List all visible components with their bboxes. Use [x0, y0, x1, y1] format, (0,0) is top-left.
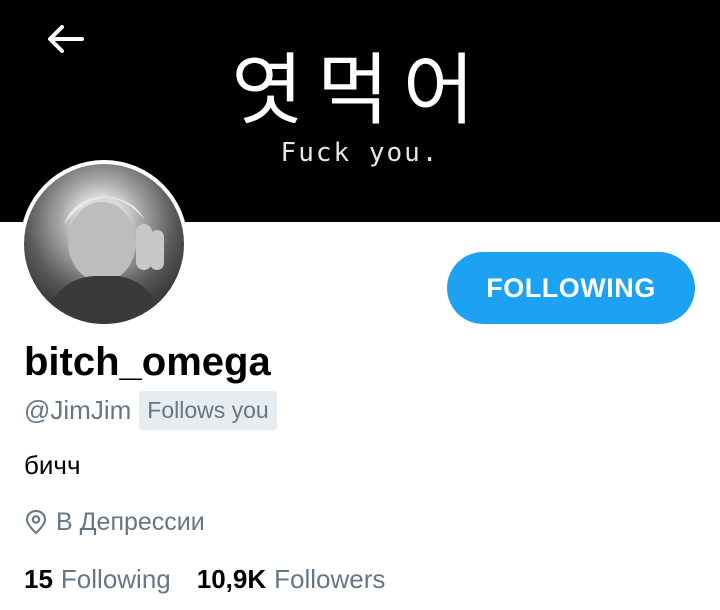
- follow-stats: 15 Following 10,9K Followers: [24, 562, 385, 596]
- avatar-image: [24, 164, 184, 324]
- following-button[interactable]: FOLLOWING: [447, 252, 695, 324]
- location: В Депрессии: [24, 505, 205, 539]
- display-name: bitch_omega: [24, 340, 271, 384]
- handle-row: @JimJim Follows you: [24, 390, 277, 430]
- following-label: Following: [60, 563, 171, 594]
- followers-count: 10,9K: [196, 563, 267, 594]
- followers-stat[interactable]: 10,9K Followers: [197, 564, 386, 595]
- following-count: 15: [24, 563, 53, 594]
- location-pin-icon: [25, 509, 47, 535]
- banner-title: 엿먹어: [231, 46, 489, 136]
- bio: бичч: [24, 450, 81, 480]
- handle: @JimJim: [24, 394, 132, 425]
- followers-label: Followers: [274, 563, 386, 594]
- follows-you-badge: Follows you: [139, 390, 277, 430]
- avatar[interactable]: [20, 160, 188, 328]
- location-text: В Депрессии: [56, 507, 205, 536]
- following-stat[interactable]: 15 Following: [24, 564, 171, 595]
